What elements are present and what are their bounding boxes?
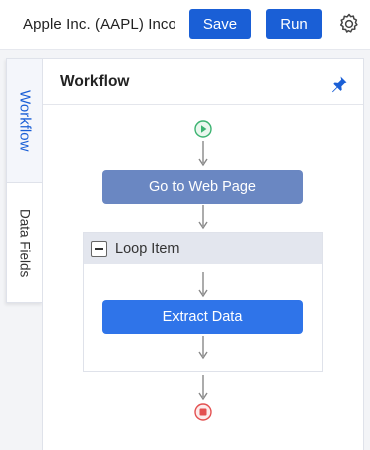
step-go-to-web-page[interactable]: Go to Web Page [102,170,303,204]
top-toolbar: Apple Inc. (AAPL) Inco... Save Run [0,0,370,50]
tab-data-fields-label: Data Fields [17,209,33,278]
step-extract-data[interactable]: Extract Data [102,300,303,334]
loop-header[interactable]: Loop Item [84,233,322,264]
connector-arrow [196,272,210,298]
loop-label: Loop Item [115,240,180,257]
tab-workflow[interactable]: Workflow [7,59,43,183]
panel-title: Workflow [60,73,130,90]
task-title[interactable]: Apple Inc. (AAPL) Inco... [23,16,175,33]
gear-icon[interactable] [337,12,361,36]
pin-icon[interactable] [330,75,348,93]
connector-arrow [196,336,210,360]
collapse-icon[interactable] [91,240,107,257]
stop-icon[interactable] [194,403,212,421]
run-button[interactable]: Run [266,9,322,39]
save-button[interactable]: Save [189,9,251,39]
play-icon[interactable] [194,120,212,138]
tab-workflow-label: Workflow [16,89,34,152]
connector-arrow [196,141,210,167]
side-tab-bar: Workflow Data Fields [6,58,43,303]
panel-header: Workflow [43,59,363,105]
connector-arrow [196,375,210,401]
tab-data-fields[interactable]: Data Fields [7,183,43,304]
connector-arrow [196,205,210,230]
